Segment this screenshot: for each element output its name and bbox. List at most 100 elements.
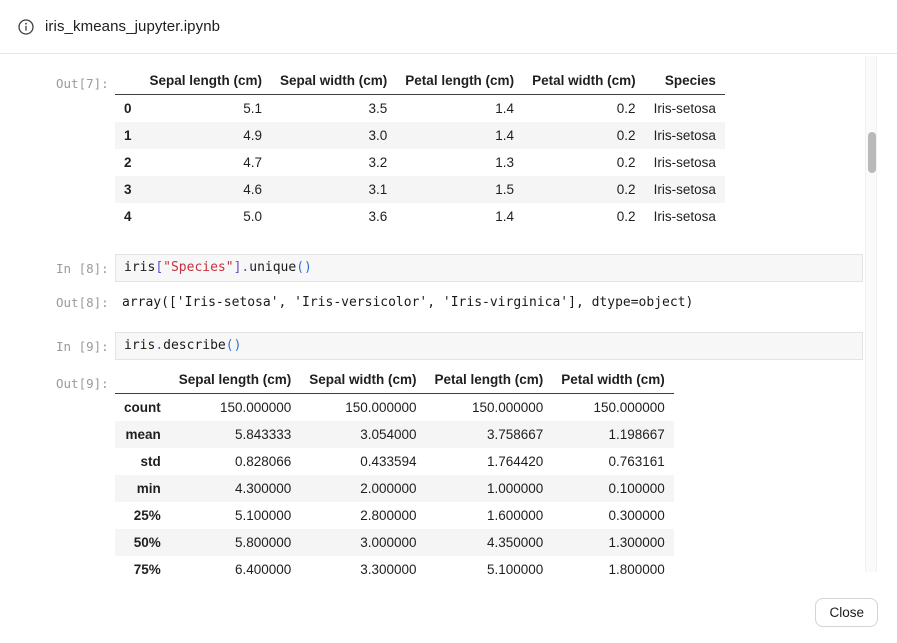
dataframe-head-table: Sepal length (cm)Sepal width (cm)Petal l… <box>115 67 725 230</box>
column-header: Sepal length (cm) <box>141 67 272 95</box>
table-cell: 1.300000 <box>552 529 674 556</box>
notebook-cell-out9: Out[9]: Sepal length (cm)Sepal width (cm… <box>56 366 864 574</box>
table-cell: 0.2 <box>523 95 645 123</box>
table-cell: 1.198667 <box>552 421 674 448</box>
table-cell: 1.000000 <box>426 475 553 502</box>
code-token-name: describe <box>163 338 226 353</box>
column-header: Sepal width (cm) <box>271 67 396 95</box>
text-output: array(['Iris-setosa', 'Iris-versicolor',… <box>115 291 864 315</box>
dialog-header: iris_kmeans_jupyter.ipynb <box>0 0 897 54</box>
table-cell: 3.300000 <box>300 556 425 574</box>
code-input: iris["Species"].unique() <box>115 254 863 282</box>
scrollbar-track[interactable] <box>865 56 877 572</box>
table-cell: 1.800000 <box>552 556 674 574</box>
row-index: 2 <box>115 149 141 176</box>
table-cell: 0.433594 <box>300 448 425 475</box>
table-cell: Iris-setosa <box>645 149 725 176</box>
code-token-string: "Species" <box>163 260 233 275</box>
column-header: Sepal length (cm) <box>170 366 301 394</box>
table-cell: 6.400000 <box>170 556 301 574</box>
input-prompt: In [9]: <box>56 332 115 354</box>
table-cell: 5.800000 <box>170 529 301 556</box>
table-row: 05.13.51.40.2Iris-setosa <box>115 95 725 123</box>
output-prompt: Out[9]: <box>56 366 115 391</box>
table-cell: 3.6 <box>271 203 396 230</box>
table-cell: 1.4 <box>396 122 523 149</box>
file-title: iris_kmeans_jupyter.ipynb <box>45 18 220 35</box>
notebook-preview: Out[7]: Sepal length (cm)Sepal width (cm… <box>0 55 864 574</box>
close-button[interactable]: Close <box>815 598 878 627</box>
table-cell: 4.7 <box>141 149 272 176</box>
column-header: Petal length (cm) <box>426 366 553 394</box>
table-cell: Iris-setosa <box>645 176 725 203</box>
table-row: count150.000000150.000000150.000000150.0… <box>115 394 674 422</box>
table-row: 34.63.11.50.2Iris-setosa <box>115 176 725 203</box>
table-cell: 1.3 <box>396 149 523 176</box>
code-token-name: iris <box>124 260 155 275</box>
table-cell: 1.4 <box>396 95 523 123</box>
row-index: 4 <box>115 203 141 230</box>
code-input: iris.describe() <box>115 332 863 360</box>
table-cell: 0.100000 <box>552 475 674 502</box>
table-cell: 3.2 <box>271 149 396 176</box>
file-preview-dialog: iris_kmeans_jupyter.ipynb Out[7]: Sepal … <box>0 0 897 643</box>
row-index: 25% <box>115 502 170 529</box>
table-cell: 3.0 <box>271 122 396 149</box>
row-index: 0 <box>115 95 141 123</box>
table-cell: 150.000000 <box>300 394 425 422</box>
table-cell: 150.000000 <box>426 394 553 422</box>
table-cell: 3.758667 <box>426 421 553 448</box>
code-token-punct: [ <box>155 260 163 275</box>
table-row: 25%5.1000002.8000001.6000000.300000 <box>115 502 674 529</box>
table-cell: 0.2 <box>523 149 645 176</box>
notebook-cell-out8: Out[8]: array(['Iris-setosa', 'Iris-vers… <box>56 291 864 315</box>
row-index: count <box>115 394 170 422</box>
dataframe-describe-table: Sepal length (cm)Sepal width (cm)Petal l… <box>115 366 674 574</box>
column-header: Petal width (cm) <box>552 366 674 394</box>
input-prompt: In [8]: <box>56 254 115 276</box>
table-cell: 3.1 <box>271 176 396 203</box>
column-header: Species <box>645 67 725 95</box>
table-row: 75%6.4000003.3000005.1000001.800000 <box>115 556 674 574</box>
table-cell: 3.5 <box>271 95 396 123</box>
table-row: 24.73.21.30.2Iris-setosa <box>115 149 725 176</box>
column-header <box>115 67 141 95</box>
code-token-name: unique <box>249 260 296 275</box>
table-cell: 150.000000 <box>170 394 301 422</box>
row-index: 50% <box>115 529 170 556</box>
header-row: Sepal length (cm)Sepal width (cm)Petal l… <box>115 67 725 95</box>
table-row: min4.3000002.0000001.0000000.100000 <box>115 475 674 502</box>
row-index: mean <box>115 421 170 448</box>
table-cell: 0.2 <box>523 122 645 149</box>
output-prompt: Out[8]: <box>56 291 115 310</box>
column-header <box>115 366 170 394</box>
table-cell: 5.1 <box>141 95 272 123</box>
notebook-cell-out7: Out[7]: Sepal length (cm)Sepal width (cm… <box>56 67 864 230</box>
table-cell: 4.300000 <box>170 475 301 502</box>
table-cell: 3.054000 <box>300 421 425 448</box>
scrollbar-thumb[interactable] <box>868 132 876 173</box>
table-row: 14.93.01.40.2Iris-setosa <box>115 122 725 149</box>
table-row: 45.03.61.40.2Iris-setosa <box>115 203 725 230</box>
table-cell: 2.000000 <box>300 475 425 502</box>
column-header: Petal length (cm) <box>396 67 523 95</box>
table-cell: 5.100000 <box>426 556 553 574</box>
table-cell: 4.350000 <box>426 529 553 556</box>
table-cell: 4.9 <box>141 122 272 149</box>
table-cell: Iris-setosa <box>645 95 725 123</box>
notebook-cell-in8: In [8]: iris["Species"].unique() <box>56 254 864 282</box>
code-token-punct: . <box>155 338 163 353</box>
table-row: 50%5.8000003.0000004.3500001.300000 <box>115 529 674 556</box>
table-cell: 1.600000 <box>426 502 553 529</box>
table-cell: 5.843333 <box>170 421 301 448</box>
table-cell: 150.000000 <box>552 394 674 422</box>
row-index: 1 <box>115 122 141 149</box>
table-cell: 0.2 <box>523 203 645 230</box>
info-icon <box>18 19 34 35</box>
code-token-name: iris <box>124 338 155 353</box>
table-cell: 2.800000 <box>300 502 425 529</box>
table-cell: 5.0 <box>141 203 272 230</box>
table-cell: 4.6 <box>141 176 272 203</box>
table-cell: Iris-setosa <box>645 203 725 230</box>
row-index: 3 <box>115 176 141 203</box>
